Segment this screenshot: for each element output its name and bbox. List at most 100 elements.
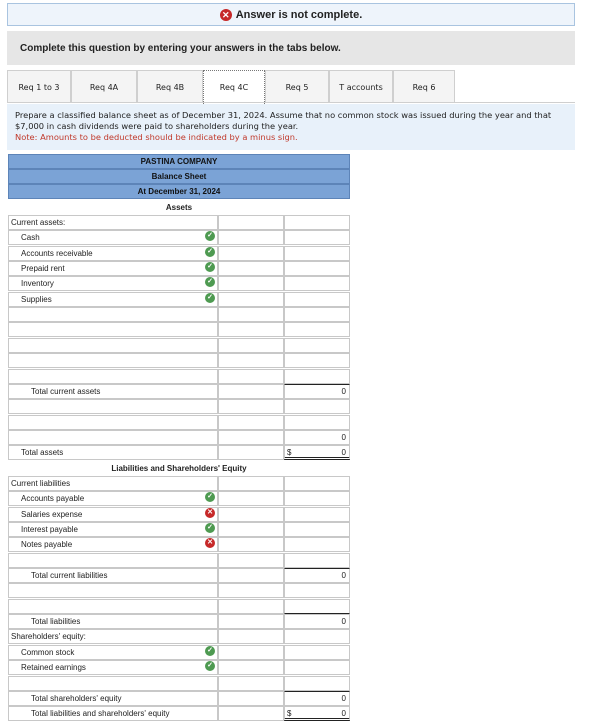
row-label-cell[interactable]: Total current liabilities bbox=[8, 568, 218, 583]
row-label-cell[interactable] bbox=[8, 676, 218, 691]
amount-input-col2[interactable] bbox=[284, 215, 350, 230]
row-label-cell[interactable]: Total shareholders' equity bbox=[8, 691, 218, 706]
row-label-cell[interactable]: Total assets bbox=[8, 445, 218, 460]
amount-input-col2[interactable] bbox=[284, 369, 350, 384]
amount-input-col2[interactable] bbox=[284, 322, 350, 337]
amount-input-col1[interactable] bbox=[218, 522, 284, 537]
tab-req-1-to-3[interactable]: Req 1 to 3 bbox=[7, 70, 71, 103]
amount-input-col2[interactable]: 0 bbox=[284, 384, 350, 399]
row-label-cell[interactable]: Salaries expense ✕ bbox=[8, 507, 218, 522]
amount-input-col1[interactable] bbox=[218, 645, 284, 660]
amount-input-col2[interactable] bbox=[284, 553, 350, 568]
row-label-cell[interactable]: Prepaid rent ✓ bbox=[8, 261, 218, 276]
tab-req-4b[interactable]: Req 4B bbox=[137, 70, 203, 103]
tab-req-6[interactable]: Req 6 bbox=[393, 70, 455, 103]
row-label-cell[interactable]: Accounts payable ✓ bbox=[8, 491, 218, 506]
amount-input-col2[interactable] bbox=[284, 415, 350, 430]
amount-input-col1[interactable] bbox=[218, 614, 284, 629]
row-label-cell[interactable]: Total liabilities and shareholders' equi… bbox=[8, 706, 218, 721]
row-label-cell[interactable] bbox=[8, 599, 218, 614]
amount-input-col1[interactable] bbox=[218, 537, 284, 552]
amount-input-col1[interactable] bbox=[218, 599, 284, 614]
row-label-cell[interactable] bbox=[8, 353, 218, 368]
amount-input-col2[interactable] bbox=[284, 230, 350, 245]
amount-input-col2[interactable]: 0 bbox=[284, 430, 350, 445]
amount-input-col2[interactable] bbox=[284, 399, 350, 414]
amount-input-col2[interactable] bbox=[284, 338, 350, 353]
amount-input-col1[interactable] bbox=[218, 353, 284, 368]
row-label-cell[interactable]: Common stock ✓ bbox=[8, 645, 218, 660]
amount-input-col1[interactable] bbox=[218, 276, 284, 291]
amount-input-col1[interactable] bbox=[218, 230, 284, 245]
amount-input-col1[interactable] bbox=[218, 246, 284, 261]
row-label-cell[interactable] bbox=[8, 399, 218, 414]
amount-input-col2[interactable] bbox=[284, 660, 350, 675]
row-label-cell[interactable] bbox=[8, 322, 218, 337]
amount-input-col1[interactable] bbox=[218, 660, 284, 675]
amount-input-col1[interactable] bbox=[218, 322, 284, 337]
amount-input-col1[interactable] bbox=[218, 706, 284, 721]
tab-req-4a[interactable]: Req 4A bbox=[71, 70, 137, 103]
tab-t-accounts[interactable]: T accounts bbox=[329, 70, 393, 103]
amount-input-col2[interactable] bbox=[284, 307, 350, 322]
amount-input-col1[interactable] bbox=[218, 369, 284, 384]
amount-input-col1[interactable] bbox=[218, 430, 284, 445]
amount-input-col2[interactable] bbox=[284, 522, 350, 537]
amount-input-col2[interactable]: $0 bbox=[284, 445, 350, 460]
row-label-cell[interactable]: Retained earnings ✓ bbox=[8, 660, 218, 675]
amount-input-col1[interactable] bbox=[218, 292, 284, 307]
amount-input-col2[interactable]: $0 bbox=[284, 706, 350, 721]
amount-input-col2[interactable] bbox=[284, 292, 350, 307]
row-label-cell[interactable] bbox=[8, 553, 218, 568]
row-label-cell[interactable]: Accounts receivable ✓ bbox=[8, 246, 218, 261]
amount-input-col2[interactable] bbox=[284, 476, 350, 491]
amount-input-col1[interactable] bbox=[218, 445, 284, 460]
amount-input-col1[interactable] bbox=[218, 553, 284, 568]
row-label-cell[interactable]: Total current assets bbox=[8, 384, 218, 399]
amount-input-col1[interactable] bbox=[218, 261, 284, 276]
row-label-cell[interactable]: Inventory ✓ bbox=[8, 276, 218, 291]
amount-input-col1[interactable] bbox=[218, 568, 284, 583]
tab-req-4c[interactable]: Req 4C bbox=[203, 70, 265, 104]
amount-input-col1[interactable] bbox=[218, 338, 284, 353]
amount-input-col2[interactable] bbox=[284, 507, 350, 522]
amount-input-col2[interactable] bbox=[284, 491, 350, 506]
amount-input-col1[interactable] bbox=[218, 629, 284, 644]
amount-input-col1[interactable] bbox=[218, 415, 284, 430]
row-label-cell[interactable] bbox=[8, 369, 218, 384]
amount-input-col1[interactable] bbox=[218, 215, 284, 230]
amount-input-col2[interactable] bbox=[284, 645, 350, 660]
amount-input-col2[interactable] bbox=[284, 583, 350, 598]
amount-input-col2[interactable]: 0 bbox=[284, 614, 350, 629]
amount-input-col2[interactable]: 0 bbox=[284, 568, 350, 583]
row-label-cell[interactable]: Cash ✓ bbox=[8, 230, 218, 245]
row-label-cell[interactable] bbox=[8, 415, 218, 430]
amount-input-col2[interactable] bbox=[284, 261, 350, 276]
row-label-cell[interactable] bbox=[8, 583, 218, 598]
amount-input-col2[interactable] bbox=[284, 629, 350, 644]
row-label-cell[interactable]: Supplies ✓ bbox=[8, 292, 218, 307]
amount-input-col1[interactable] bbox=[218, 691, 284, 706]
amount-input-col1[interactable] bbox=[218, 476, 284, 491]
amount-input-col2[interactable] bbox=[284, 599, 350, 614]
row-label-cell[interactable]: Total liabilities bbox=[8, 614, 218, 629]
amount-input-col1[interactable] bbox=[218, 583, 284, 598]
amount-input-col1[interactable] bbox=[218, 676, 284, 691]
row-label-cell[interactable] bbox=[8, 338, 218, 353]
row-label-cell[interactable] bbox=[8, 430, 218, 445]
amount-input-col1[interactable] bbox=[218, 491, 284, 506]
amount-input-col1[interactable] bbox=[218, 384, 284, 399]
amount-input-col2[interactable] bbox=[284, 353, 350, 368]
row-label-cell[interactable]: Notes payable ✕ bbox=[8, 537, 218, 552]
amount-input-col1[interactable] bbox=[218, 399, 284, 414]
amount-input-col2[interactable] bbox=[284, 676, 350, 691]
row-label-cell[interactable]: Interest payable ✓ bbox=[8, 522, 218, 537]
amount-input-col2[interactable] bbox=[284, 537, 350, 552]
row-label-cell[interactable] bbox=[8, 307, 218, 322]
tab-req-5[interactable]: Req 5 bbox=[265, 70, 329, 103]
amount-input-col2[interactable] bbox=[284, 246, 350, 261]
amount-input-col1[interactable] bbox=[218, 507, 284, 522]
amount-input-col1[interactable] bbox=[218, 307, 284, 322]
amount-input-col2[interactable] bbox=[284, 276, 350, 291]
amount-input-col2[interactable]: 0 bbox=[284, 691, 350, 706]
